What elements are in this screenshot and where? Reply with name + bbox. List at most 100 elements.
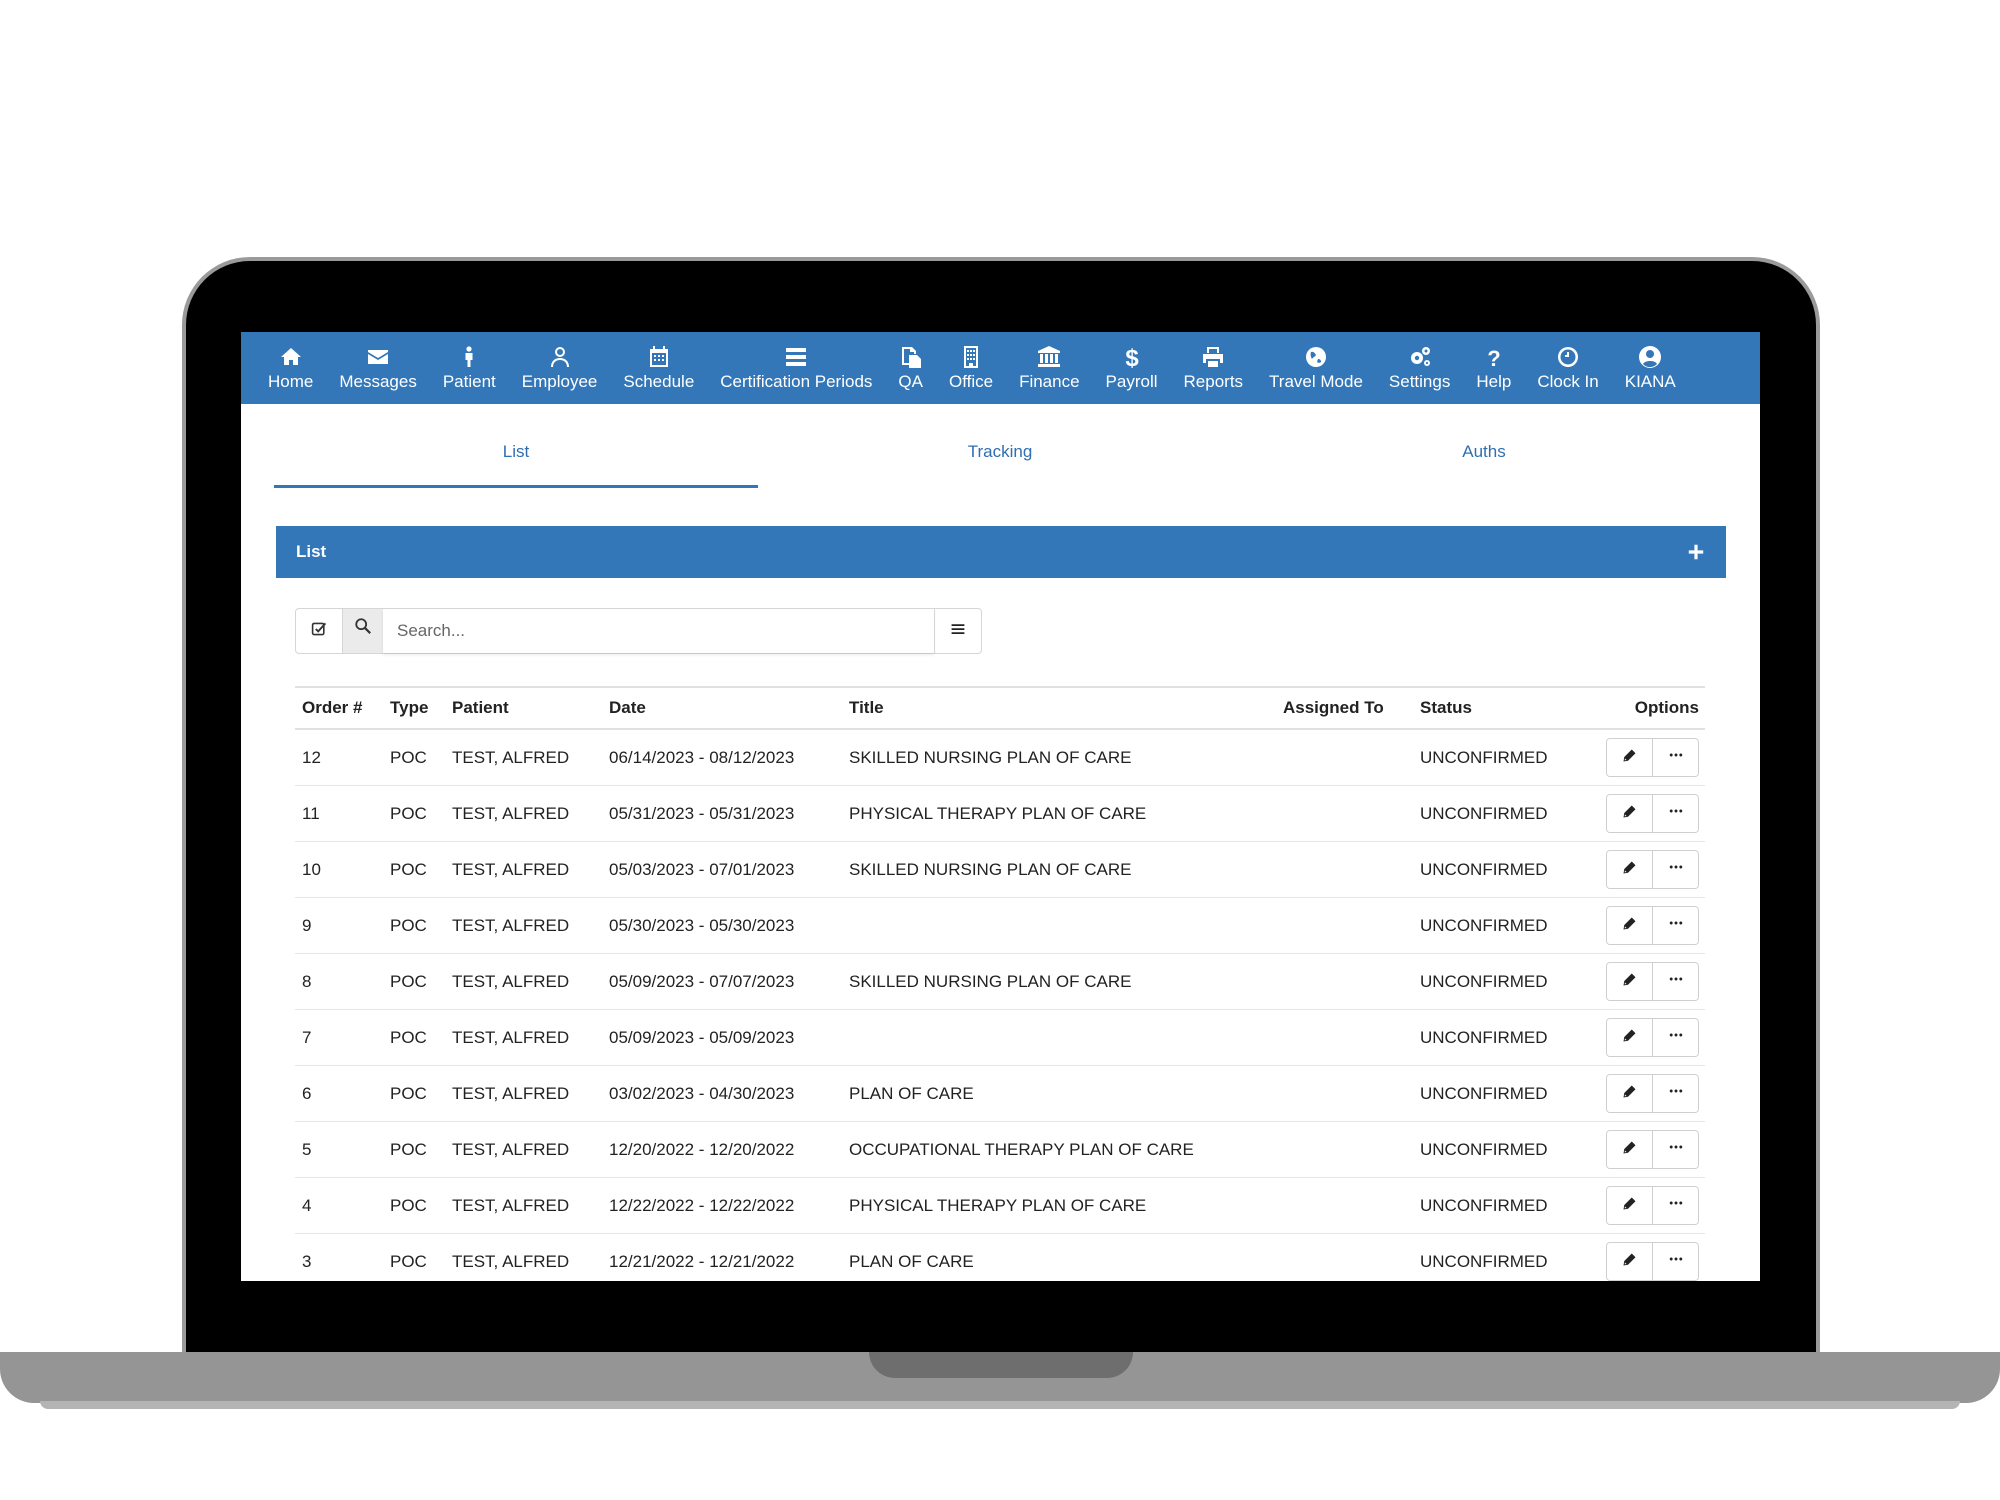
column-header-patient[interactable]: Patient: [445, 686, 602, 730]
table-row[interactable]: 6 POC TEST, ALFRED 03/02/2023 - 04/30/2023 P…: [295, 1065, 1705, 1122]
cell-options: [1593, 785, 1705, 842]
pencil-icon: [1622, 916, 1637, 936]
more-options-button[interactable]: [1652, 907, 1698, 944]
calendar-icon: [647, 345, 671, 369]
more-options-button[interactable]: [1652, 795, 1698, 832]
edit-button[interactable]: [1607, 851, 1652, 888]
cell-type: POC: [383, 841, 445, 898]
table-row[interactable]: 5 POC TEST, ALFRED 12/20/2022 - 12/20/2022 O…: [295, 1121, 1705, 1178]
table-row[interactable]: 9 POC TEST, ALFRED 05/30/2023 - 05/30/2023 U…: [295, 897, 1705, 954]
table-row[interactable]: 8 POC TEST, ALFRED 05/09/2023 - 07/07/2023 S…: [295, 953, 1705, 1010]
cell-status: UNCONFIRMED: [1413, 1121, 1593, 1178]
ellipsis-icon: [1668, 1251, 1684, 1272]
cell-order: 7: [295, 1009, 383, 1066]
more-options-button[interactable]: [1652, 1243, 1698, 1280]
row-options-group: [1606, 1018, 1699, 1057]
column-header-status[interactable]: Status: [1413, 686, 1593, 730]
pencil-icon: [1622, 1140, 1637, 1160]
clock-icon: [1556, 345, 1580, 369]
cell-patient: TEST, ALFRED: [445, 1177, 602, 1234]
pencil-icon: [1622, 748, 1637, 768]
checkbox-checked-icon: [311, 621, 327, 642]
edit-button[interactable]: [1607, 739, 1652, 776]
column-header-options: Options: [1593, 686, 1705, 730]
ellipsis-icon: [1668, 915, 1684, 936]
more-options-button[interactable]: [1652, 1075, 1698, 1112]
column-menu-button[interactable]: [934, 609, 981, 653]
search-input[interactable]: [383, 609, 934, 653]
dollar-icon: $: [1120, 345, 1144, 369]
cell-options: [1593, 1065, 1705, 1122]
cell-order: 6: [295, 1065, 383, 1122]
edit-button[interactable]: [1607, 963, 1652, 1000]
edit-button[interactable]: [1607, 1243, 1652, 1280]
more-options-button[interactable]: [1652, 963, 1698, 1000]
table-row[interactable]: 12 POC TEST, ALFRED 06/14/2023 - 08/12/2023…: [295, 729, 1705, 786]
edit-button[interactable]: [1607, 907, 1652, 944]
more-options-button[interactable]: [1652, 739, 1698, 776]
cell-type: POC: [383, 785, 445, 842]
pencil-icon: [1622, 804, 1637, 824]
cell-patient: TEST, ALFRED: [445, 1121, 602, 1178]
tab-tracking[interactable]: Tracking: [758, 428, 1242, 488]
ellipsis-icon: [1668, 971, 1684, 992]
envelope-icon: [366, 345, 390, 369]
row-options-group: [1606, 1242, 1699, 1281]
column-header-type[interactable]: Type: [383, 686, 445, 730]
column-header-date[interactable]: Date: [602, 686, 842, 730]
cell-assigned: [1276, 785, 1413, 842]
cell-order: 10: [295, 841, 383, 898]
more-options-button[interactable]: [1652, 1131, 1698, 1168]
row-options-group: [1606, 906, 1699, 945]
search-icon: [354, 617, 372, 640]
question-icon: ?: [1482, 345, 1506, 369]
select-toggle-button[interactable]: [296, 609, 343, 653]
app-screen: Home Messages Patient Employee Schedule …: [241, 332, 1760, 1281]
cell-status: UNCONFIRMED: [1413, 1233, 1593, 1281]
building-icon: [959, 345, 983, 369]
tab-auths[interactable]: Auths: [1242, 428, 1726, 488]
cell-options: [1593, 897, 1705, 954]
row-options-group: [1606, 738, 1699, 777]
cell-assigned: [1276, 841, 1413, 898]
column-header-assigned-to[interactable]: Assigned To: [1276, 686, 1413, 730]
cell-order: 9: [295, 897, 383, 954]
edit-button[interactable]: [1607, 1075, 1652, 1112]
cell-assigned: [1276, 1065, 1413, 1122]
table-row[interactable]: 4 POC TEST, ALFRED 12/22/2022 - 12/22/2022 P…: [295, 1177, 1705, 1234]
cell-patient: TEST, ALFRED: [445, 841, 602, 898]
ellipsis-icon: [1668, 1083, 1684, 1104]
row-options-group: [1606, 850, 1699, 889]
more-options-button[interactable]: [1652, 1187, 1698, 1224]
table-row[interactable]: 7 POC TEST, ALFRED 05/09/2023 - 05/09/2023 U…: [295, 1009, 1705, 1066]
cell-type: POC: [383, 1009, 445, 1066]
table-row[interactable]: 11 POC TEST, ALFRED 05/31/2023 - 05/31/2023…: [295, 785, 1705, 842]
edit-button[interactable]: [1607, 795, 1652, 832]
cell-status: UNCONFIRMED: [1413, 785, 1593, 842]
table-row[interactable]: 3 POC TEST, ALFRED 12/21/2022 - 12/21/2022 P…: [295, 1233, 1705, 1281]
svg-text:$: $: [1125, 345, 1139, 369]
tab-list[interactable]: List: [274, 428, 758, 488]
cell-date: 05/31/2023 - 05/31/2023: [602, 785, 842, 842]
cell-date: 05/30/2023 - 05/30/2023: [602, 897, 842, 954]
tab-bar: List Tracking Auths: [274, 388, 1726, 488]
edit-button[interactable]: [1607, 1187, 1652, 1224]
more-options-button[interactable]: [1652, 1019, 1698, 1056]
edit-button[interactable]: [1607, 1019, 1652, 1056]
edit-button[interactable]: [1607, 1131, 1652, 1168]
svg-text:?: ?: [1487, 346, 1500, 369]
column-header-title[interactable]: Title: [842, 686, 1276, 730]
column-header-order[interactable]: Order #: [295, 686, 383, 730]
cell-date: 06/14/2023 - 08/12/2023: [602, 729, 842, 786]
cell-order: 12: [295, 729, 383, 786]
cell-date: 12/20/2022 - 12/20/2022: [602, 1121, 842, 1178]
orders-table: Order # Type Patient Date Title Assigned…: [295, 686, 1705, 1281]
cell-type: POC: [383, 953, 445, 1010]
cell-date: 12/21/2022 - 12/21/2022: [602, 1233, 842, 1281]
plus-icon[interactable]: [1686, 542, 1706, 562]
cell-title: PHYSICAL THERAPY PLAN OF CARE: [842, 785, 1276, 842]
table-row[interactable]: 10 POC TEST, ALFRED 05/03/2023 - 07/01/2023…: [295, 841, 1705, 898]
cell-patient: TEST, ALFRED: [445, 897, 602, 954]
cell-patient: TEST, ALFRED: [445, 1009, 602, 1066]
more-options-button[interactable]: [1652, 851, 1698, 888]
